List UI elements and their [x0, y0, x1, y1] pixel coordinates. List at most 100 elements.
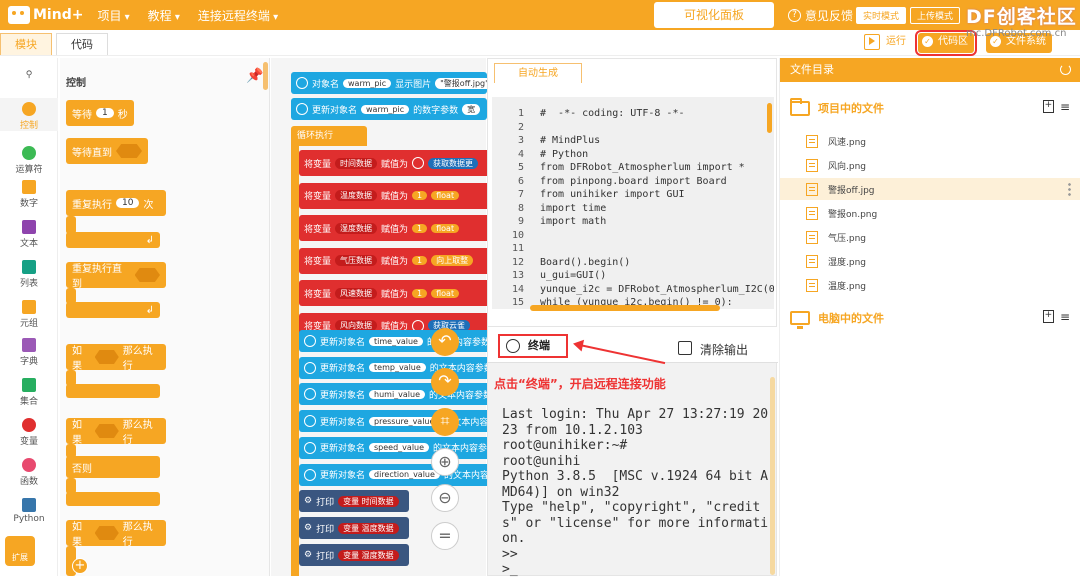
object-name-field[interactable]: time_value [369, 336, 423, 346]
workspace-object-block[interactable]: 更新对象名 warm_pic 的数字参数宽 [291, 98, 487, 120]
update-object-block[interactable]: 更新对象名 temp_value 的文本内容参数为 [299, 356, 495, 379]
object-name-field[interactable]: humi_value [369, 389, 426, 399]
terminal-scrollbar[interactable] [770, 377, 775, 575]
print-block[interactable]: ⚙ 打印 变量 温度数据 [299, 517, 409, 539]
category-item[interactable]: 控制 [0, 98, 58, 131]
file-item[interactable]: 风速.png [780, 130, 1080, 152]
menu-icon[interactable]: ≡ [1060, 310, 1070, 324]
set-variable-block[interactable]: 将变量 风速数据 赋值为 1 float [299, 280, 495, 306]
type-dropdown[interactable]: float [431, 223, 460, 233]
category-item[interactable]: 运算符 [0, 142, 58, 175]
variable-dropdown[interactable]: 气压数据 [335, 255, 378, 266]
category-item[interactable]: 字典 [0, 334, 58, 367]
clear-output-button[interactable]: 清除输出 [678, 341, 748, 358]
object-name-field[interactable]: speed_value [369, 443, 430, 453]
type-dropdown[interactable]: float [431, 191, 460, 200]
new-file-icon[interactable]: + [1042, 310, 1054, 323]
update-object-block[interactable]: 更新对象名pressure_value的文本内容参数为 [299, 410, 495, 433]
terminal-button[interactable]: 终端 [498, 334, 568, 358]
variable-dropdown[interactable]: 温度数据 [335, 190, 378, 201]
code-horizontal-scrollbar[interactable] [530, 305, 720, 311]
computer-files-section[interactable]: 电脑中的文件 [790, 310, 884, 329]
condition-slot[interactable] [134, 268, 160, 282]
block-if-2[interactable]: 如果 那么执行 [66, 520, 166, 548]
number-field[interactable]: 1 [412, 191, 428, 200]
mode-upload[interactable]: 上传模式 [910, 7, 961, 24]
sensor-read-field[interactable]: 获取数据更 [428, 157, 479, 169]
update-object-block[interactable]: 更新对象名 time_value 的文本内容参数为 [299, 330, 495, 352]
terminal-output[interactable]: Last login: Thu Apr 27 13:27:19 2023 fro… [502, 407, 770, 578]
set-variable-block[interactable]: 将变量 时间数据 赋值为 获取数据更 [299, 150, 495, 176]
tab-blocks[interactable]: 模块 [0, 33, 52, 55]
category-item[interactable]: 列表 [0, 256, 58, 289]
variable-reporter[interactable]: 变量 湿度数据 [338, 549, 399, 561]
update-object-block[interactable]: 更新对象名direction_value的文本内容参数为 [299, 463, 495, 486]
add-circle-icon[interactable]: + [72, 558, 88, 574]
block-value-field[interactable]: "警报off.jpg" [435, 77, 487, 89]
run-button[interactable]: 运行 [862, 33, 912, 53]
new-file-icon[interactable]: + [1042, 100, 1054, 113]
type-dropdown[interactable]: float [431, 288, 460, 298]
set-variable-block[interactable]: 将变量 湿度数据 赋值为 1 float [299, 215, 495, 241]
update-object-block[interactable]: 更新对象名speed_value的文本内容参数为 [299, 436, 495, 459]
zoom-reset-icon[interactable]: = [431, 522, 459, 550]
object-name-field[interactable]: pressure_value [369, 416, 440, 426]
menu-remote-terminal[interactable]: 连接远程终端 [198, 7, 278, 24]
visual-panel-button[interactable]: 可视化面板 [654, 2, 774, 28]
condition-slot[interactable] [94, 526, 119, 540]
number-field[interactable]: 1 [412, 223, 428, 233]
tab-auto-generated[interactable]: 自动生成 [494, 63, 582, 83]
undo-icon[interactable]: ↶ [431, 328, 459, 356]
file-item[interactable]: 温度.png [780, 274, 1080, 296]
block-if-else[interactable]: 如果 那么执行 [66, 418, 166, 446]
block-value-field[interactable]: 宽 [462, 103, 481, 115]
block-object-field[interactable]: warm_pic [343, 78, 392, 88]
extension-button[interactable]: 扩展 [5, 536, 35, 566]
block-repeat[interactable]: 重复执行 10 次 [66, 190, 166, 216]
variable-dropdown[interactable]: 风速数据 [335, 287, 378, 299]
file-item[interactable]: 气压.png [780, 226, 1080, 248]
crop-icon[interactable]: ⌗ [431, 408, 459, 436]
set-variable-block[interactable]: 将变量 气压数据 赋值为 1 向上取整 [299, 247, 495, 274]
pin-icon[interactable]: 📌 [246, 68, 263, 84]
category-item[interactable]: 集合 [0, 374, 58, 407]
condition-slot[interactable] [94, 424, 119, 438]
menu-tutorial[interactable]: 教程 [148, 7, 180, 24]
category-item[interactable]: 元组 [0, 296, 58, 329]
print-block[interactable]: ⚙ 打印 变量 时间数据 [299, 490, 409, 512]
workspace-object-block[interactable]: 对象名 warm_pic 显示图片 "警报off.jpg" [291, 72, 487, 94]
block-repeat-value[interactable]: 10 [116, 198, 140, 208]
variable-reporter[interactable]: 变量 温度数据 [338, 522, 399, 534]
file-item[interactable]: 警报on.png [780, 202, 1080, 224]
number-field[interactable]: 1 [412, 256, 428, 265]
more-options-icon[interactable] [1068, 182, 1071, 196]
variable-reporter[interactable]: 变量 时间数据 [338, 495, 399, 507]
menu-project[interactable]: 项目 [97, 7, 129, 24]
file-item[interactable]: 湿度.png [780, 250, 1080, 272]
code-editor[interactable]: 1 # -*- coding: UTF-8 -*- 2 3 # MindPlus 4 # P… [492, 97, 774, 309]
variable-dropdown[interactable]: 湿度数据 [335, 222, 378, 234]
file-item[interactable]: 风向.png [780, 154, 1080, 176]
category-item[interactable]: 数字 [0, 176, 58, 209]
loop-forever-block[interactable]: 循环执行 [291, 126, 367, 146]
block-repeat-until[interactable]: 重复执行直到 [66, 262, 166, 290]
block-wait-until[interactable]: 等待直到 [66, 138, 148, 164]
category-item[interactable]: 变量 [0, 414, 58, 447]
tab-code[interactable]: 代码 [56, 33, 108, 55]
redo-icon[interactable]: ↷ [431, 368, 459, 396]
file-item[interactable]: 警报off.jpg [780, 178, 1080, 200]
palette-scrollbar[interactable] [263, 62, 268, 90]
project-files-section[interactable]: 项目中的文件 [790, 97, 884, 116]
number-field[interactable]: 1 [412, 288, 428, 298]
condition-slot[interactable] [94, 350, 119, 364]
type-dropdown[interactable]: 向上取整 [431, 255, 474, 266]
variable-dropdown[interactable]: 时间数据 [335, 157, 378, 169]
category-item[interactable]: 文本 [0, 216, 58, 249]
block-if[interactable]: 如果 那么执行 [66, 344, 166, 372]
condition-slot[interactable] [116, 144, 142, 158]
print-block[interactable]: ⚙ 打印 变量 湿度数据 [299, 544, 409, 566]
menu-icon[interactable]: ≡ [1060, 100, 1070, 114]
object-name-field[interactable]: direction_value [369, 470, 440, 479]
block-wait-value[interactable]: 1 [96, 108, 114, 118]
zoom-out-icon[interactable]: ⊖ [431, 484, 459, 512]
